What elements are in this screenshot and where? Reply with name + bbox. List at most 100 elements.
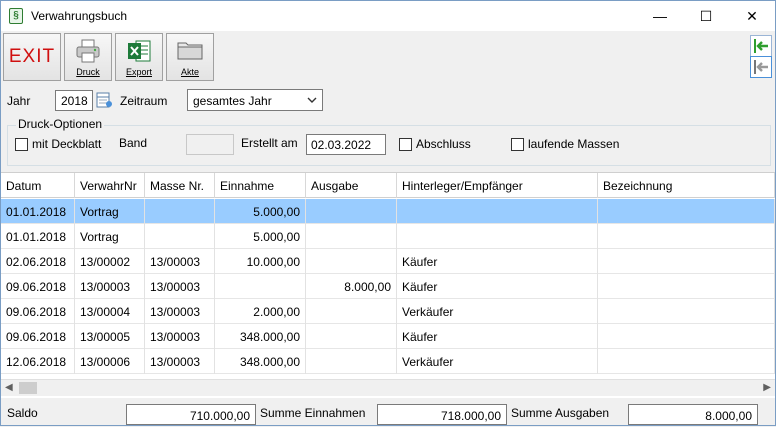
- exit-button[interactable]: EXIT: [3, 33, 61, 81]
- scroll-left-icon[interactable]: ◀: [5, 382, 13, 393]
- cell-date: 09.06.2018: [1, 324, 75, 349]
- running-masses-label: laufende Massen: [528, 137, 620, 151]
- created-on-input[interactable]: 02.03.2022: [306, 134, 386, 155]
- column-header-expense[interactable]: Ausgabe: [306, 173, 397, 198]
- cell-description: [598, 199, 775, 224]
- cell-depositor-recipient: Käufer: [397, 274, 598, 299]
- title-bar: § Verwahrungsbuch — ☐ ✕: [1, 1, 775, 31]
- table-row[interactable]: 02.06.2018 13/00002 13/00003 10.000,00 Käufe…: [1, 249, 775, 274]
- cell-date: 01.01.2018: [1, 224, 75, 249]
- cell-income: 5.000,00: [215, 224, 306, 249]
- cell-depositor-recipient: Verkäufer: [397, 299, 598, 324]
- column-header-depositor-recipient[interactable]: Hinterleger/Empfänger: [397, 173, 598, 198]
- cell-description: [598, 249, 775, 274]
- cell-mass-no: 13/00003: [145, 274, 215, 299]
- chevron-down-icon: [307, 97, 317, 103]
- cell-mass-no: 13/00003: [145, 249, 215, 274]
- cover-sheet-label: mit Deckblatt: [32, 137, 102, 151]
- cell-expense: [306, 249, 397, 274]
- closing-label: Abschluss: [416, 137, 471, 151]
- ledger-table: Datum VerwahrNr Masse Nr. Einnahme Ausgabe Hi…: [1, 172, 775, 398]
- column-header-date[interactable]: Datum: [1, 173, 75, 198]
- table-row[interactable]: 09.06.2018 13/00005 13/00003 348.000,00 Käuf…: [1, 324, 775, 349]
- file-button[interactable]: Akte: [166, 33, 214, 81]
- cell-depositor-recipient: Verkäufer: [397, 349, 598, 374]
- period-select-value: gesamtes Jahr: [193, 94, 272, 108]
- table-row[interactable]: 09.06.2018 13/00003 13/00003 8.000,00 Käufer: [1, 274, 775, 299]
- total-income-label: Summe Einnahmen: [260, 406, 366, 420]
- cell-expense: [306, 349, 397, 374]
- cell-expense: [306, 299, 397, 324]
- column-header-income[interactable]: Einnahme: [215, 173, 306, 198]
- table-row[interactable]: 01.01.2018 Vortrag 5.000,00: [1, 224, 775, 249]
- created-on-label: Erstellt am: [241, 136, 298, 150]
- band-label: Band: [119, 136, 148, 150]
- arrow-left-grey-icon: [754, 60, 768, 74]
- cell-depositor-recipient: Käufer: [397, 324, 598, 349]
- column-header-description[interactable]: Bezeichnung: [598, 173, 775, 198]
- print-options-group: Druck-Optionen mit Deckblatt Band Erstel…: [7, 117, 771, 166]
- app-window: § Verwahrungsbuch — ☐ ✕ EXIT Druck Expor…: [0, 0, 776, 426]
- cover-sheet-checkbox[interactable]: [15, 138, 28, 151]
- close-button[interactable]: ✕: [729, 1, 775, 31]
- cell-date: 09.06.2018: [1, 299, 75, 324]
- cell-deposit-no: Vortrag: [75, 199, 145, 224]
- horizontal-scrollbar[interactable]: ◀ ▶: [1, 379, 775, 396]
- cell-date: 01.01.2018: [1, 199, 75, 224]
- cell-description: [598, 299, 775, 324]
- closing-checkbox[interactable]: [399, 138, 412, 151]
- cell-description: [598, 349, 775, 374]
- cell-deposit-no: 13/00002: [75, 249, 145, 274]
- column-header-mass-no[interactable]: Masse Nr.: [145, 173, 215, 198]
- cell-description: [598, 274, 775, 299]
- filter-row: Jahr 2018 Zeitraum gesamtes Jahr: [1, 85, 775, 115]
- cell-expense: 8.000,00: [306, 274, 397, 299]
- year-label: Jahr: [7, 94, 31, 108]
- export-label: Export: [125, 67, 152, 77]
- app-icon: §: [9, 8, 23, 24]
- cell-income: 2.000,00: [215, 299, 306, 324]
- nav-back-button[interactable]: [750, 56, 772, 78]
- cell-deposit-no: 13/00005: [75, 324, 145, 349]
- nav-forward-button[interactable]: [750, 35, 772, 57]
- balance-label: Saldo: [7, 406, 38, 420]
- cell-depositor-recipient: [397, 224, 598, 249]
- cell-mass-no: 13/00003: [145, 324, 215, 349]
- cell-deposit-no: 13/00006: [75, 349, 145, 374]
- year-input[interactable]: 2018: [55, 90, 93, 111]
- cell-mass-no: 13/00003: [145, 349, 215, 374]
- cell-date: 12.06.2018: [1, 349, 75, 374]
- total-expense-label: Summe Ausgaben: [511, 406, 610, 420]
- file-label: Akte: [180, 67, 199, 77]
- cell-deposit-no: 13/00003: [75, 274, 145, 299]
- minimize-button[interactable]: —: [637, 1, 683, 31]
- print-options-title: Druck-Optionen: [16, 117, 105, 131]
- cell-date: 02.06.2018: [1, 249, 75, 274]
- cell-income: 5.000,00: [215, 199, 306, 224]
- table-row[interactable]: 01.01.2018 Vortrag 5.000,00: [1, 199, 775, 224]
- table-header: Datum VerwahrNr Masse Nr. Einnahme Ausgabe Hi…: [1, 173, 775, 198]
- cell-expense: [306, 199, 397, 224]
- export-button[interactable]: Export: [115, 33, 163, 81]
- cell-mass-no: [145, 224, 215, 249]
- column-header-deposit-no[interactable]: VerwahrNr: [75, 173, 145, 198]
- print-button[interactable]: Druck: [64, 33, 112, 81]
- scroll-thumb[interactable]: [19, 382, 37, 394]
- table-row[interactable]: 09.06.2018 13/00004 13/00003 2.000,00 Verkäu…: [1, 299, 775, 324]
- period-label: Zeitraum: [120, 94, 168, 108]
- calendar-icon[interactable]: [96, 91, 113, 109]
- band-input[interactable]: [186, 134, 234, 155]
- cell-income: 348.000,00: [215, 349, 306, 374]
- cell-income: [215, 274, 306, 299]
- maximize-button[interactable]: ☐: [683, 1, 729, 31]
- balance-value: 710.000,00: [126, 404, 256, 425]
- cell-description: [598, 224, 775, 249]
- running-masses-checkbox[interactable]: [511, 138, 524, 151]
- exit-label: EXIT: [8, 46, 56, 67]
- arrow-left-icon: [754, 39, 768, 53]
- scroll-right-icon[interactable]: ▶: [763, 382, 771, 393]
- table-row[interactable]: 12.06.2018 13/00006 13/00003 348.000,00 Verk…: [1, 349, 775, 374]
- period-select[interactable]: gesamtes Jahr: [187, 89, 323, 111]
- totals-bar: Saldo 710.000,00 Summe Einnahmen 718.000…: [1, 399, 775, 427]
- cell-mass-no: 13/00003: [145, 299, 215, 324]
